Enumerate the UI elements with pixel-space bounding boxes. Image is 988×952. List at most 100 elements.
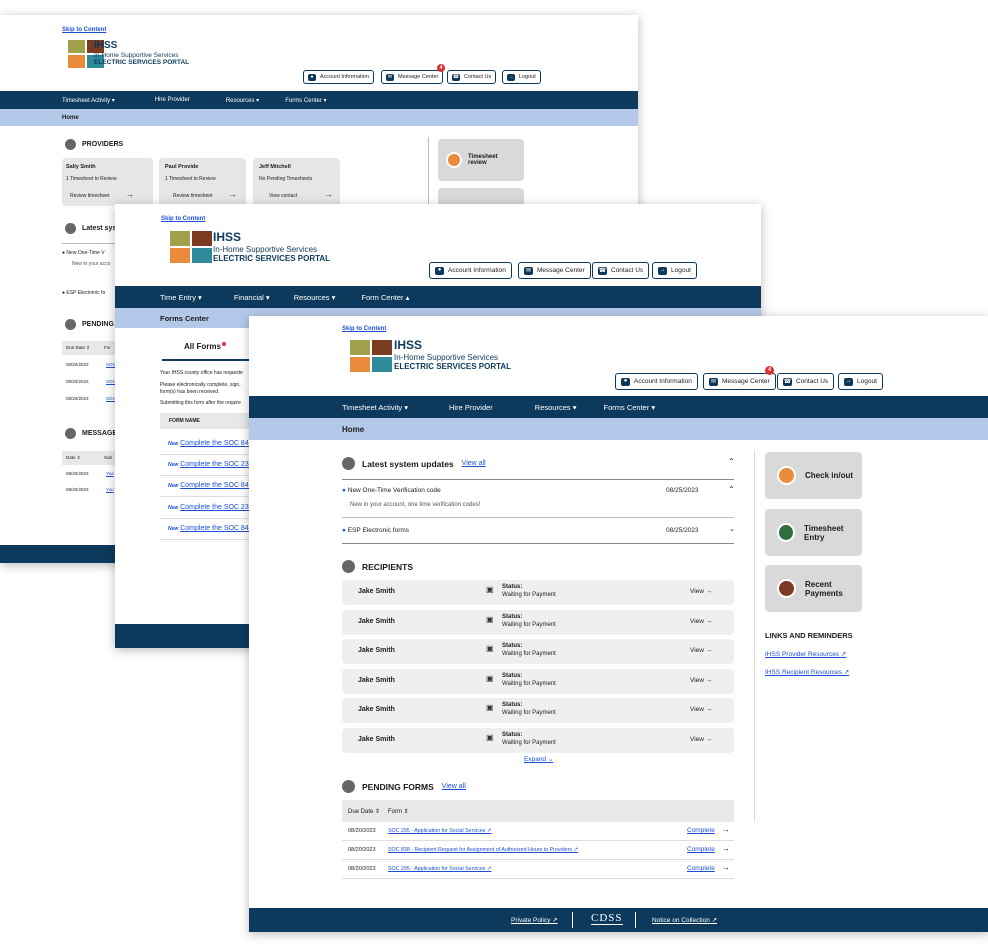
view-recipient-link[interactable]: View →	[690, 618, 712, 625]
contact-us-button[interactable]: ☎ Contact Us	[447, 70, 497, 84]
tile-recent-payments[interactable]: Recent Payments	[765, 565, 862, 612]
nav-form-center[interactable]: Form Center ▴	[361, 293, 409, 302]
skip-link[interactable]: Skip to Content	[62, 27, 106, 33]
recipient-row[interactable]: Jake Smith ▣ Status: Waiting for Payment Vie…	[342, 609, 734, 635]
account-info-button[interactable]: ● Account Information	[615, 373, 698, 390]
nav-resources[interactable]: Resources ▾	[294, 293, 336, 302]
col-subject[interactable]: Sub	[104, 455, 112, 460]
view-contact-link[interactable]: View contact	[269, 193, 297, 199]
view-recipient-link[interactable]: View →	[690, 706, 712, 713]
account-info-button[interactable]: ● Account Information	[429, 262, 512, 279]
arrow-right-icon[interactable]: →	[722, 863, 730, 872]
form-row[interactable]: New Complete the SOC 846	[168, 482, 253, 489]
logout-button[interactable]: → Logout	[502, 70, 541, 84]
message-subject-link[interactable]: You	[106, 487, 114, 492]
view-recipient-link[interactable]: View →	[690, 588, 712, 595]
recipient-row[interactable]: Jake Smith ▣ Status: Waiting for Payment Vie…	[342, 698, 734, 723]
form-row[interactable]: New Complete the SOC 846	[168, 440, 253, 447]
nav-resources[interactable]: Resources ▾	[226, 97, 259, 104]
form-row[interactable]: New Complete the SOC 2305	[168, 461, 257, 468]
recipient-row[interactable]: Jake Smith ▣ Status: Waiting for Payment Vie…	[342, 580, 734, 605]
message-center-button[interactable]: ✉ Message Center	[518, 262, 591, 279]
complete-form-link[interactable]: Complete	[687, 846, 715, 853]
logout-button[interactable]: → Logout	[652, 262, 697, 279]
pending-form-link[interactable]: SOC 295 - Application for Social Service…	[388, 828, 491, 834]
recipient-row[interactable]: Jake Smith ▣ Status: Waiting for Payment Vie…	[342, 639, 734, 664]
update-title[interactable]: ● New One-Time Verification code	[342, 487, 441, 494]
message-subject-link[interactable]: Yea	[106, 471, 114, 476]
nav-forms-center[interactable]: Forms Center ▾	[285, 97, 326, 104]
nav-resources[interactable]: Resources ▾	[535, 403, 577, 412]
col-date[interactable]: Date ⇕	[66, 455, 81, 461]
complete-form-link[interactable]: Complete	[687, 865, 715, 872]
message-icon	[65, 428, 76, 439]
nav-time-entry[interactable]: Time Entry ▾	[160, 293, 202, 302]
update-title[interactable]: ● New One-Time V	[62, 250, 105, 256]
provider-status: 1 Timesheet to Review	[165, 176, 216, 182]
message-center-button[interactable]: ✉ Message Center	[381, 70, 444, 84]
pending-form-row: 08/20/2023 SOC 295 - Application for Soci…	[342, 822, 734, 841]
provider-resources-link[interactable]: IHSS Provider Resources ↗	[765, 650, 846, 658]
arrow-right-icon: →	[126, 190, 134, 199]
form-row[interactable]: New Complete the SOC 2305	[168, 504, 257, 511]
tab-all-forms[interactable]: All Forms	[184, 342, 226, 351]
pending-form-link[interactable]: SOC 295 - Application for Social Service…	[388, 866, 491, 872]
pending-heading: PENDING	[65, 319, 114, 330]
view-recipient-link[interactable]: View →	[690, 736, 712, 743]
skip-link[interactable]: Skip to Content	[161, 216, 205, 222]
recipient-resources-link[interactable]: IHSS Recipient Resources ↗	[765, 668, 849, 676]
contact-us-button[interactable]: ☎ Contact Us	[592, 262, 650, 279]
provider-card[interactable]: Sally Smith 1 Timesheet to Review Review…	[62, 158, 153, 206]
status-value: Waiting for Payment	[502, 739, 556, 746]
nav-hire-provider[interactable]: Hire Provider	[449, 403, 493, 412]
col-form-name: FORM NAME	[169, 418, 200, 424]
col-form[interactable]: For	[104, 345, 111, 350]
collapse-updates-icon[interactable]: ⌃	[728, 457, 735, 466]
recipient-row[interactable]: Jake Smith ▣ Status: Waiting for Payment Vie…	[342, 668, 734, 694]
collapse-icon[interactable]: ⌃	[728, 485, 735, 494]
view-all-pending-link[interactable]: View all	[442, 783, 466, 790]
forms-intro: Your IHSS county office has requeste	[160, 370, 243, 376]
col-due-date[interactable]: Due Date ⇕	[348, 808, 380, 815]
tile-timesheet-review[interactable]: Timesheet review	[438, 139, 524, 181]
provider-card[interactable]: Paul Provide 1 Timesheet to Review Revie…	[159, 158, 246, 206]
view-all-updates-link[interactable]: View all	[462, 460, 486, 467]
form-row[interactable]: New Complete the SOC 846	[168, 525, 253, 532]
expand-icon[interactable]: ⌄	[729, 525, 735, 533]
review-timesheet-link[interactable]: Review timesheet	[70, 193, 109, 199]
notice-collection-link[interactable]: Notice on Collection ↗	[652, 916, 717, 924]
tile-check-in-out[interactable]: Check in/out	[765, 452, 862, 499]
arrow-right-icon: →	[325, 190, 333, 199]
view-recipient-link[interactable]: View →	[690, 647, 712, 654]
breadcrumb: Home	[249, 418, 988, 440]
privacy-policy-link[interactable]: Private Policy ↗	[511, 916, 558, 924]
update-title[interactable]: ● ESP Electronic fo	[62, 290, 105, 296]
message-center-button[interactable]: ✉ Message Center	[703, 373, 776, 390]
account-info-button[interactable]: ● Account Information	[303, 70, 374, 84]
contact-us-button[interactable]: ☎ Contact Us	[777, 373, 835, 390]
nav-timesheet-activity[interactable]: Timesheet Activity ▾	[342, 403, 408, 412]
nav-timesheet-activity[interactable]: Timesheet Activity ▾	[62, 97, 115, 104]
logout-button[interactable]: → Logout	[838, 373, 883, 390]
review-timesheet-link[interactable]: Review timesheet	[173, 193, 212, 199]
provider-card[interactable]: Jeff Mitchell No Pending Timesheets View…	[253, 158, 340, 206]
arrow-right-icon[interactable]: →	[722, 825, 730, 834]
view-recipient-link[interactable]: View →	[690, 677, 712, 684]
nav-financial[interactable]: Financial ▾	[234, 293, 270, 302]
status-label: Status:	[502, 643, 523, 649]
expand-link[interactable]: Expand ⌄	[524, 755, 553, 763]
skip-link[interactable]: Skip to Content	[342, 326, 386, 332]
col-form[interactable]: Form ⇕	[388, 808, 409, 815]
col-due-date[interactable]: Due Date ⇕	[66, 345, 90, 351]
recipient-row[interactable]: Jake Smith ▣ Status: Waiting for Payment Vie…	[342, 727, 734, 753]
tile-timesheet-entry[interactable]: Timesheet Entry	[765, 509, 862, 556]
status-value: Waiting for Payment	[502, 680, 556, 687]
nav-hire-provider[interactable]: Hire Provider	[155, 97, 190, 103]
nav-forms-center[interactable]: Forms Center ▾	[603, 403, 655, 412]
pending-form-link[interactable]: SOC 838 - Recipient Request for Assignme…	[388, 847, 578, 853]
column-divider	[754, 450, 755, 822]
links-heading: LINKS AND REMINDERS	[765, 631, 853, 640]
complete-form-link[interactable]: Complete	[687, 827, 715, 834]
update-title[interactable]: ● ESP Electronic forms	[342, 527, 409, 534]
arrow-right-icon[interactable]: →	[722, 844, 730, 853]
